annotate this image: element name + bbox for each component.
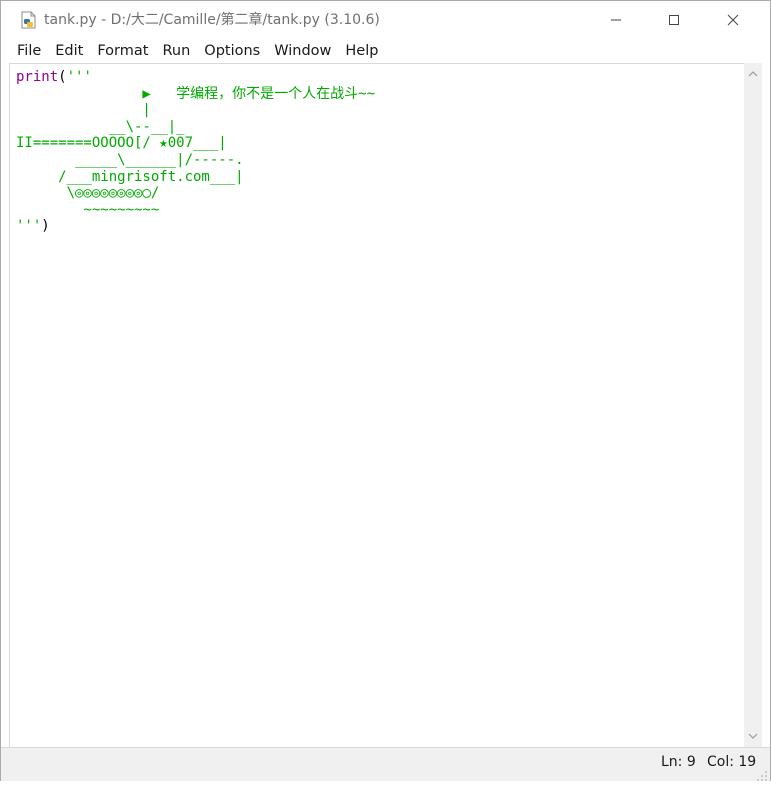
menu-run[interactable]: Run: [155, 39, 197, 63]
close-button[interactable]: [704, 1, 762, 39]
builtin-print: print: [16, 69, 59, 85]
scroll-track[interactable]: [744, 83, 762, 727]
menu-format[interactable]: Format: [90, 39, 155, 63]
code-line: II=======OOOOO[/ ★007___|: [16, 135, 227, 152]
menu-file[interactable]: File: [1, 39, 48, 63]
code-editor[interactable]: print(''' ▶ 学编程，你不是一个人在战斗~~ | __\--__|_ …: [9, 63, 745, 748]
code-line: __\--__|_: [16, 118, 185, 135]
maximize-icon: [669, 15, 679, 25]
code-text[interactable]: print(''' ▶ 学编程，你不是一个人在战斗~~ | __\--__|_ …: [16, 69, 375, 235]
line-number-status: Ln: 9: [661, 754, 696, 770]
close-paren: ): [41, 218, 50, 235]
string-close: ''': [16, 218, 42, 235]
close-icon: [727, 14, 739, 26]
minimize-icon: [611, 19, 621, 21]
string-open: ''': [66, 69, 92, 85]
code-line: |: [16, 102, 151, 119]
menu-window[interactable]: Window: [267, 39, 338, 63]
code-line: ▶ 学编程，你不是一个人在战斗~~: [16, 85, 376, 102]
resize-grip-icon[interactable]: [756, 767, 768, 781]
scroll-down-button[interactable]: [744, 727, 762, 745]
idle-editor-window: tank.py - D:/大二/Camille/第二章/tank.py (3.1…: [0, 0, 771, 781]
menu-help[interactable]: Help: [338, 39, 385, 63]
window-title: tank.py - D:/大二/Camille/第二章/tank.py (3.1…: [44, 12, 380, 28]
menu-bar: File Edit Format Run Options Window Help: [1, 39, 770, 63]
status-bar: Ln: 9 Col: 19: [1, 747, 770, 781]
code-line: /___mingrisoft.com___|: [16, 168, 244, 185]
vertical-scrollbar[interactable]: [744, 63, 762, 747]
code-line: _____\______|/-----.: [16, 151, 244, 168]
chevron-down-icon: [748, 733, 758, 739]
chevron-up-icon: [748, 71, 758, 77]
menu-edit[interactable]: Edit: [48, 39, 90, 63]
scroll-up-button[interactable]: [744, 65, 762, 83]
maximize-button[interactable]: [645, 1, 703, 39]
code-line: \◎◎◎◎◎◎◎◎◯/: [16, 185, 160, 202]
minimize-button[interactable]: [587, 1, 645, 39]
code-line: ~~~~~~~~~: [16, 201, 160, 218]
menu-options[interactable]: Options: [197, 39, 267, 63]
open-paren: (: [58, 69, 67, 85]
title-bar[interactable]: tank.py - D:/大二/Camille/第二章/tank.py (3.1…: [1, 1, 770, 39]
column-number-status: Col: 19: [707, 754, 757, 770]
python-file-icon: [20, 11, 38, 29]
